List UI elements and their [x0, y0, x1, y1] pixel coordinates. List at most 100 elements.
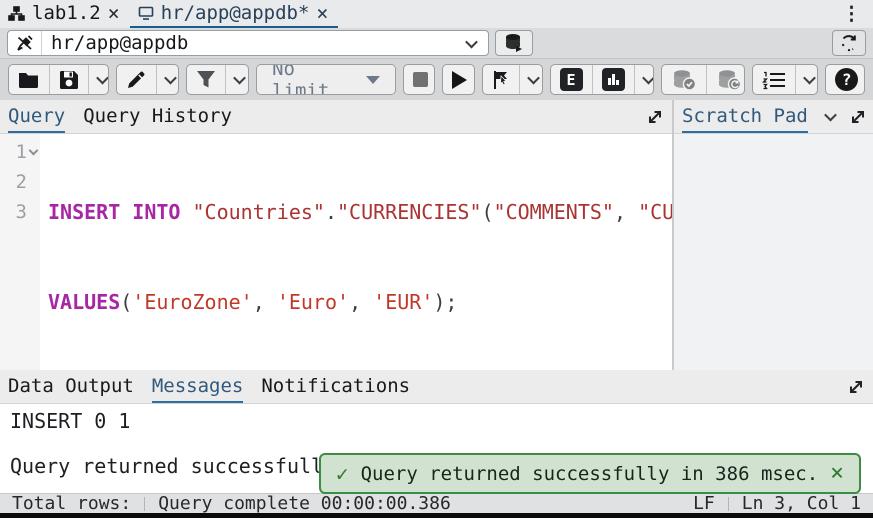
- play-icon: [452, 71, 467, 89]
- chevron-down-icon: [467, 39, 488, 48]
- message-line: INSERT 0 1: [10, 409, 863, 433]
- query-toolbar: No limit E: [0, 58, 873, 100]
- rollback-button[interactable]: [707, 65, 745, 94]
- file-button-group: [8, 64, 109, 95]
- eol-indicator[interactable]: LF: [693, 493, 715, 514]
- tab-data-output[interactable]: Data Output: [8, 370, 134, 403]
- database-rollback-icon: [716, 69, 742, 91]
- stop-group: [403, 64, 435, 95]
- macro-group: [752, 64, 818, 95]
- fold-chevron-icon[interactable]: [29, 146, 39, 156]
- flag-icon: [492, 70, 510, 90]
- connection-value: hr/app@appdb: [42, 32, 188, 54]
- plug-icon: [8, 31, 42, 55]
- explain-button[interactable]: E: [551, 65, 593, 94]
- line-number: 2: [16, 167, 27, 197]
- close-icon[interactable]: ×: [316, 3, 328, 23]
- tab-label: hr/app@appdb*: [161, 2, 310, 24]
- main-split: Query Query History 1: [0, 100, 873, 370]
- filter-icon: [196, 70, 216, 89]
- filter-button-group: [186, 64, 249, 95]
- help-button[interactable]: ?: [826, 65, 865, 94]
- folder-icon: [18, 71, 40, 89]
- divider: [728, 497, 729, 511]
- tab-object-explorer[interactable]: lab1.2 ×: [0, 0, 130, 28]
- tab-query-history[interactable]: Query History: [83, 100, 232, 133]
- code-line-1: INSERT INTO "Countries"."CURRENCIES"("CO…: [48, 197, 672, 227]
- pencil-icon: [126, 70, 147, 90]
- save-file-button[interactable]: [50, 65, 89, 94]
- sitemap-icon: [8, 6, 25, 21]
- sql-code[interactable]: INSERT INTO "Countries"."CURRENCIES"("CO…: [40, 134, 672, 370]
- connection-bar: hr/app@appdb: [0, 28, 873, 58]
- bar-chart-icon: [602, 68, 625, 91]
- edit-button[interactable]: [117, 65, 157, 94]
- sql-editor[interactable]: 1 2 3 INSERT INTO "Countries"."CURRENCIE…: [0, 134, 672, 370]
- execute-button[interactable]: [443, 65, 474, 94]
- help-group: ?: [825, 64, 865, 95]
- chevron-down-icon: [642, 72, 654, 85]
- save-options-button[interactable]: [89, 65, 109, 94]
- expand-panel-icon[interactable]: [646, 108, 664, 126]
- scratch-pad-tabs: Scratch Pad: [674, 100, 873, 134]
- edit-options-button[interactable]: [157, 65, 180, 94]
- stop-icon: [413, 72, 428, 87]
- explain-group: E: [550, 64, 654, 95]
- status-bar: Total rows: Query complete 00:00:00.386 …: [0, 493, 873, 513]
- help-icon: ?: [835, 68, 858, 91]
- line-number: 1: [16, 137, 27, 167]
- filter-options-button[interactable]: [226, 65, 249, 94]
- execute-options-chevron[interactable]: [520, 65, 543, 94]
- new-connection-button[interactable]: [495, 30, 533, 56]
- chevron-down-icon: [527, 72, 540, 85]
- chevron-down-icon: [164, 72, 177, 85]
- refresh-icon: [839, 33, 859, 53]
- tab-scratch-pad[interactable]: Scratch Pad: [682, 100, 808, 133]
- explain-options-button[interactable]: [635, 65, 654, 94]
- save-icon: [59, 70, 79, 90]
- reset-layout-button[interactable]: [832, 30, 866, 56]
- divider: [144, 497, 145, 511]
- open-file-button[interactable]: [9, 65, 50, 94]
- kebab-menu-icon[interactable]: ⋮: [830, 0, 873, 28]
- database-commit-icon: [671, 69, 697, 91]
- total-rows-label: Total rows:: [12, 493, 131, 514]
- scratch-pad-textarea[interactable]: [674, 134, 873, 370]
- toast-message: Query returned successfully in 386 msec.: [361, 463, 819, 485]
- database-icon: [503, 33, 525, 53]
- row-limit-select[interactable]: No limit: [257, 65, 395, 94]
- macros-button[interactable]: [753, 65, 796, 94]
- scratch-pad-pane: Scratch Pad: [674, 100, 873, 370]
- code-line-2: VALUES('EuroZone', 'Euro', 'EUR');: [48, 287, 672, 317]
- explain-icon: E: [560, 68, 583, 91]
- connection-select[interactable]: hr/app@appdb: [7, 30, 489, 56]
- tab-notifications[interactable]: Notifications: [261, 370, 410, 403]
- line-number: 3: [16, 197, 27, 227]
- tab-query[interactable]: Query: [8, 100, 65, 133]
- tab-messages[interactable]: Messages: [152, 370, 244, 403]
- window-tab-bar: lab1.2 × hr/app@appdb* × ⋮: [0, 0, 873, 28]
- triangle-down-icon: [366, 76, 380, 84]
- monitor-icon: [138, 6, 154, 20]
- macros-options-button[interactable]: [796, 65, 818, 94]
- commit-button[interactable]: [662, 65, 707, 94]
- pgadmin-query-tool-window: lab1.2 × hr/app@appdb* × ⋮: [0, 0, 873, 518]
- close-icon[interactable]: ×: [108, 3, 120, 23]
- check-icon: ✓: [336, 462, 349, 486]
- filter-button[interactable]: [187, 65, 226, 94]
- cursor-position[interactable]: Ln 3, Col 1: [742, 493, 861, 514]
- query-editor-pane: Query Query History 1: [0, 100, 674, 370]
- chevron-down-icon: [233, 72, 246, 85]
- toast-close-icon[interactable]: ×: [830, 462, 844, 485]
- limit-label: No limit: [272, 64, 352, 95]
- cancel-query-button[interactable]: [404, 65, 435, 94]
- tab-query-tool[interactable]: hr/app@appdb* ×: [130, 0, 339, 28]
- expand-panel-icon[interactable]: [847, 378, 865, 396]
- execute-options-group: [482, 64, 543, 95]
- chevron-down-icon[interactable]: [824, 109, 837, 122]
- transaction-group: [661, 64, 745, 95]
- explain-analyze-button[interactable]: [593, 65, 635, 94]
- execute-script-button[interactable]: [483, 65, 520, 94]
- tab-label: lab1.2: [32, 2, 101, 24]
- expand-panel-icon[interactable]: [849, 108, 867, 126]
